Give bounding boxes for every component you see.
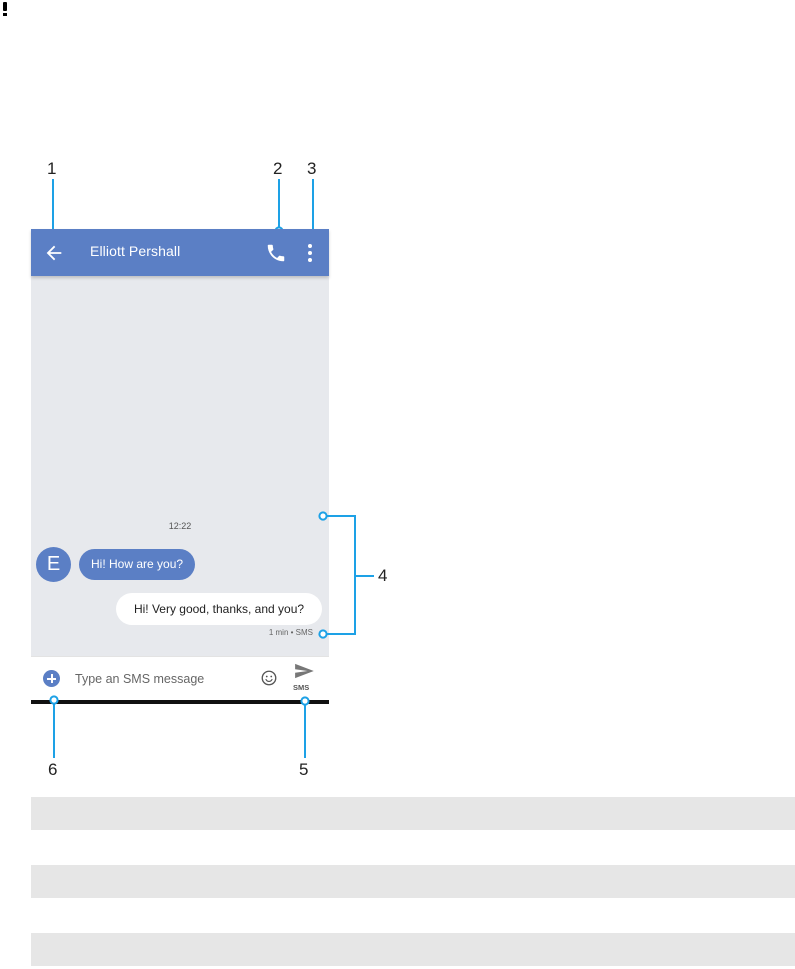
more-vert-icon[interactable] xyxy=(303,242,317,264)
navigation-bar xyxy=(31,700,329,704)
table-row xyxy=(31,797,795,830)
legend-table xyxy=(31,797,795,969)
contact-name: Elliott Pershall xyxy=(90,243,181,259)
callout-number-5: 5 xyxy=(299,760,309,779)
send-icon[interactable] xyxy=(293,663,315,679)
app-bar: Elliott Pershall xyxy=(31,229,329,276)
message-thread[interactable]: 12:22 E Hi! How are you? Hi! Very good, … xyxy=(31,276,329,656)
message-input[interactable] xyxy=(75,669,225,689)
table-row xyxy=(31,865,795,898)
message-status: 1 min • SMS xyxy=(268,628,313,637)
add-circle-icon[interactable] xyxy=(43,670,60,687)
table-row xyxy=(31,933,795,966)
phone-icon[interactable] xyxy=(265,242,287,264)
emoji-icon[interactable] xyxy=(260,669,278,687)
alert-icon xyxy=(2,2,8,16)
table-row xyxy=(31,831,795,864)
callout-number-3: 3 xyxy=(307,159,317,178)
outgoing-message-bubble[interactable]: Hi! Very good, thanks, and you? xyxy=(116,593,322,625)
avatar[interactable]: E xyxy=(36,547,71,582)
back-arrow-icon[interactable] xyxy=(43,242,65,264)
table-row xyxy=(31,899,795,932)
callout-number-2: 2 xyxy=(273,159,283,178)
callout-number-4: 4 xyxy=(378,566,388,585)
callout-number-6: 6 xyxy=(48,760,58,779)
phone-screen: Elliott Pershall 12:22 E Hi! How are you… xyxy=(31,229,329,704)
message-timestamp: 12:22 xyxy=(168,521,192,531)
incoming-message-bubble[interactable]: Hi! How are you? xyxy=(79,549,196,580)
send-sms-label[interactable]: SMS xyxy=(293,683,309,692)
callout-number-1: 1 xyxy=(47,159,57,178)
composer-bar: SMS xyxy=(31,656,329,701)
